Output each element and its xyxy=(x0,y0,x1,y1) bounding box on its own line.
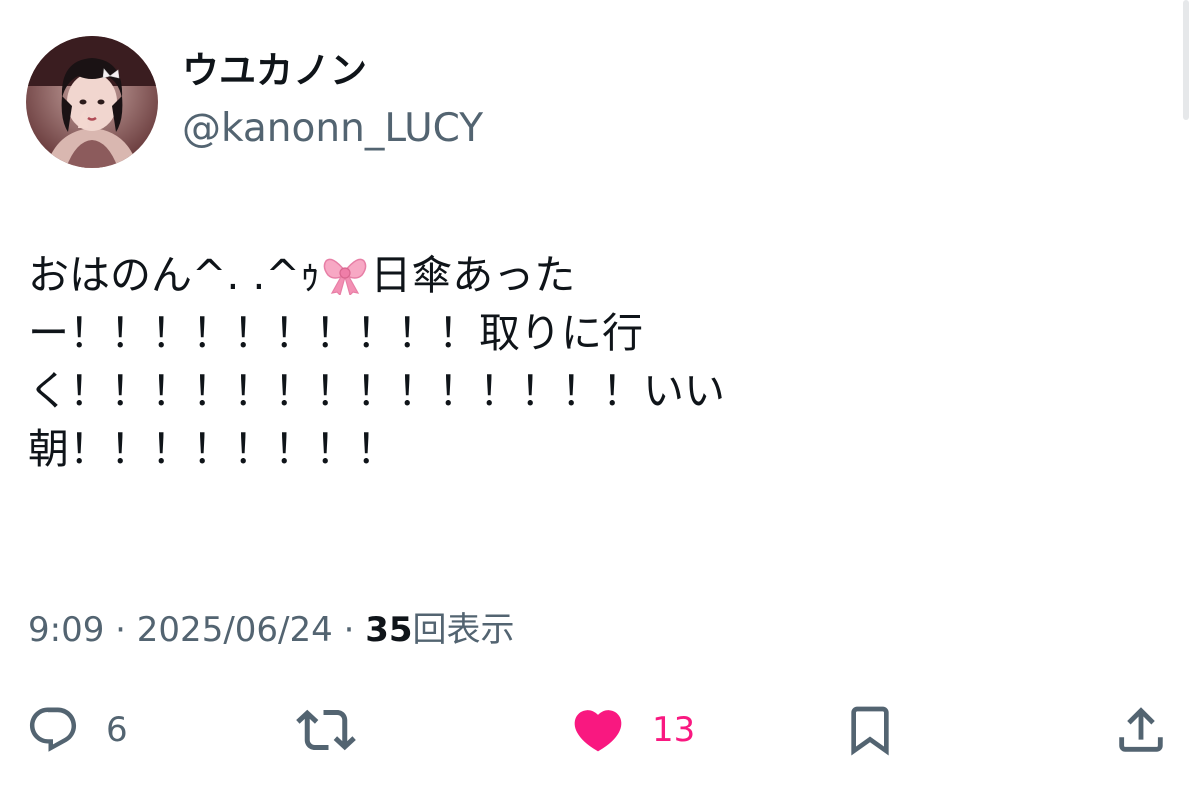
heart-filled-icon xyxy=(574,710,622,752)
tweet-text-segment: 日傘あった xyxy=(370,251,576,299)
retweet-button[interactable] xyxy=(296,698,356,762)
like-button[interactable]: 13 xyxy=(570,698,695,762)
views-count: 35 xyxy=(365,610,413,650)
like-count: 13 xyxy=(652,710,696,750)
tweet-text-line: く！！！！！！！！！！！！！！いい xyxy=(28,367,725,415)
retweet-icon xyxy=(296,709,356,751)
bookmark-button[interactable] xyxy=(842,698,898,762)
reply-icon xyxy=(29,707,77,752)
avatar[interactable] xyxy=(26,36,158,168)
tweet-text-line: ー！！！！！！！！！！取りに行 xyxy=(28,309,643,357)
author-display-name[interactable]: ウユカノン xyxy=(182,48,483,94)
views-label: 回表示 xyxy=(412,610,515,650)
tweet-text-segment: おはのん^. .^ｩ xyxy=(28,251,321,299)
tweet-text-line: おはのん^. .^ｩ 日傘あった xyxy=(28,246,1028,304)
meta-separator: · xyxy=(104,610,137,650)
share-button[interactable] xyxy=(1112,698,1170,762)
scrollbar[interactable] xyxy=(1183,0,1189,120)
tweet-text-line: 朝！！！！！！！！ xyxy=(28,425,397,473)
author-handle[interactable]: @kanonn_LUCY xyxy=(182,106,483,152)
bookmark-icon xyxy=(851,706,889,756)
tweet-date[interactable]: 2025/06/24 xyxy=(137,610,333,650)
action-bar: 6 13 xyxy=(0,698,1199,762)
meta-separator: · xyxy=(332,610,366,650)
reply-button[interactable]: 6 xyxy=(26,698,128,762)
author-info[interactable]: ウユカノン @kanonn_LUCY xyxy=(182,48,483,152)
reply-count: 6 xyxy=(106,710,128,750)
tweet-text: おはのん^. .^ｩ 日傘あった ー！！！！！！！！！！取りに行 く！！！！！！… xyxy=(28,246,1028,478)
tweet-time[interactable]: 9:09 xyxy=(28,610,104,650)
share-icon xyxy=(1119,707,1163,752)
tweet-meta: 9:09 · 2025/06/24 · 35回表示 xyxy=(28,606,515,654)
ribbon-bow-icon xyxy=(322,252,368,297)
tweet-detail: ウユカノン @kanonn_LUCY おはのん^. .^ｩ 日傘あった ー！！！… xyxy=(0,0,1199,789)
avatar-photo xyxy=(26,36,158,168)
